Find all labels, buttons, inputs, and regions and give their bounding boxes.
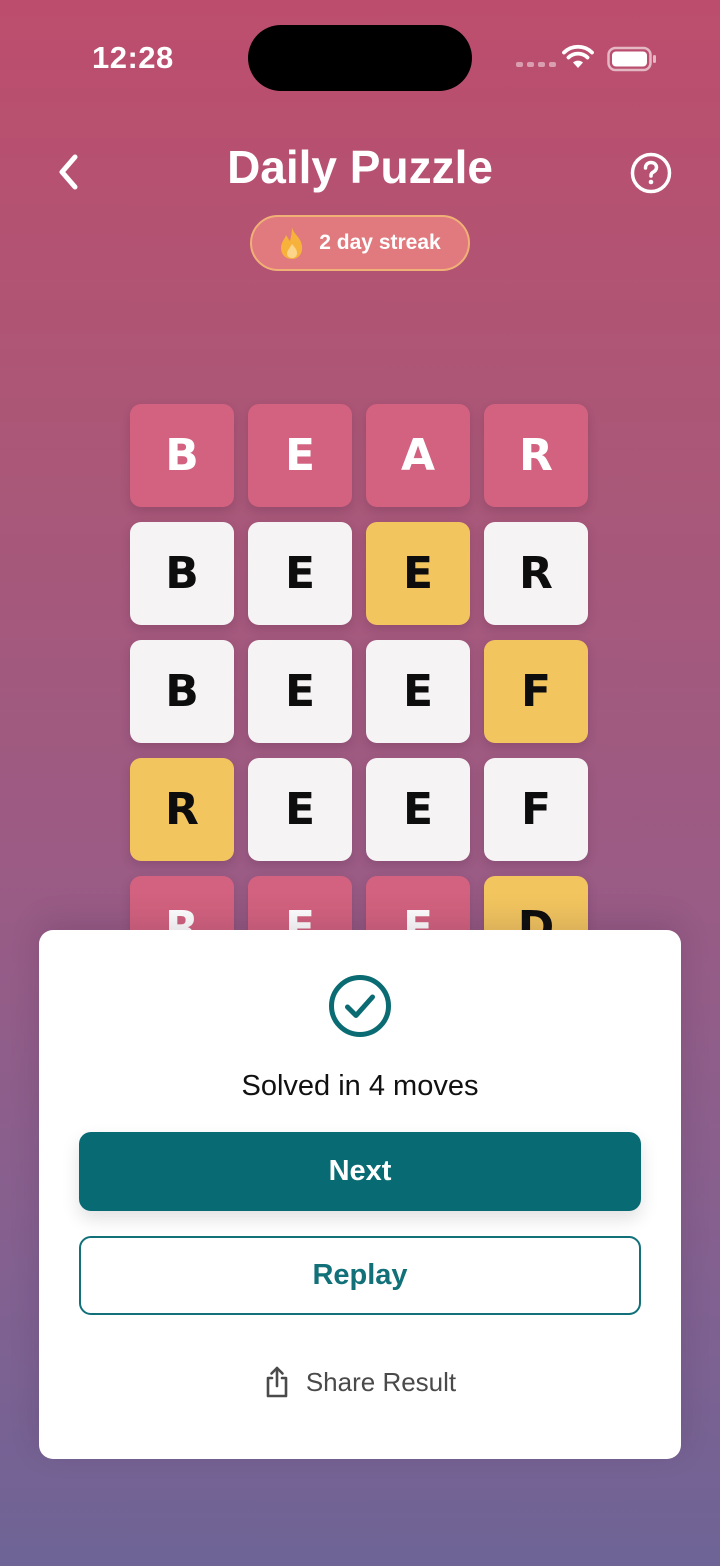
letter-tile[interactable]: R: [130, 758, 234, 861]
next-button[interactable]: Next: [79, 1132, 641, 1211]
streak-label: 2 day streak: [319, 231, 441, 254]
wifi-icon: [562, 44, 594, 75]
back-button[interactable]: [44, 148, 92, 196]
letter-tile[interactable]: E: [366, 758, 470, 861]
letter-tile: B: [130, 404, 234, 507]
share-label: Share Result: [305, 1366, 457, 1397]
question-circle-icon: [630, 152, 672, 194]
battery-icon: [607, 46, 657, 77]
letter-tile[interactable]: B: [130, 640, 234, 743]
page-title: Daily Puzzle: [227, 141, 493, 193]
result-sheet: Solved in 4 moves Next Replay Share Resu…: [39, 930, 681, 1459]
chevron-left-icon: [59, 154, 78, 190]
check-circle-icon: [328, 974, 392, 1043]
letter-tile: A: [366, 404, 470, 507]
letter-tile[interactable]: F: [484, 640, 588, 743]
streak-badge: 2 day streak: [250, 215, 470, 271]
cellular-signal-icon: [516, 62, 556, 67]
letter-tile[interactable]: E: [366, 522, 470, 625]
letter-tile[interactable]: F: [484, 758, 588, 861]
letter-grid: B E A R B E E R B E E F R E E F R E E D: [130, 404, 590, 979]
status-time: 12:28: [92, 40, 174, 75]
letter-tile[interactable]: R: [484, 522, 588, 625]
dynamic-island: [248, 25, 472, 91]
result-message: Solved in 4 moves: [241, 1070, 479, 1102]
replay-button[interactable]: Replay: [79, 1236, 641, 1315]
letter-tile[interactable]: E: [248, 640, 352, 743]
flame-icon: [281, 227, 303, 259]
letter-tile[interactable]: E: [248, 522, 352, 625]
help-button[interactable]: [628, 150, 674, 196]
letter-tile: R: [484, 404, 588, 507]
letter-tile: E: [248, 404, 352, 507]
share-result-button[interactable]: Share Result: [239, 1360, 481, 1404]
letter-tile[interactable]: E: [366, 640, 470, 743]
letter-tile[interactable]: B: [130, 522, 234, 625]
letter-tile[interactable]: E: [248, 758, 352, 861]
share-icon: [266, 1366, 288, 1398]
